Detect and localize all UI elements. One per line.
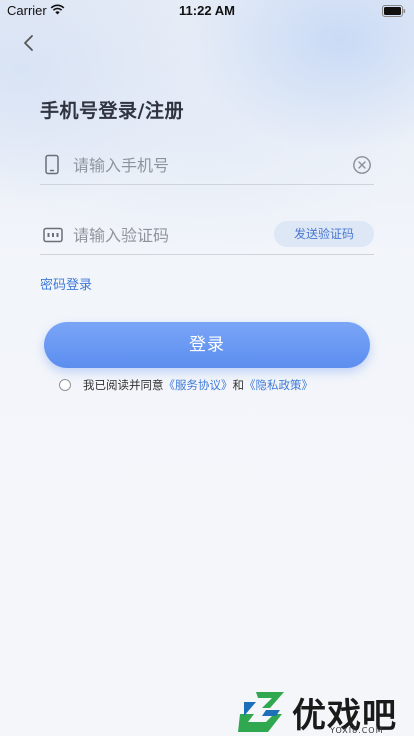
service-agreement-link[interactable]: 《服务协议》 [164,377,233,393]
clear-phone-button[interactable] [352,155,372,175]
battery-icon [382,5,406,21]
send-code-button[interactable]: 发送验证码 [274,221,374,247]
phone-input[interactable] [73,148,323,182]
watermark-logo-icon [236,690,290,736]
agreement-prefix: 我已阅读并同意 [83,378,164,392]
agreement-checkbox[interactable] [59,379,71,391]
back-chevron-icon [24,35,33,51]
back-button[interactable] [18,32,40,54]
phone-field [40,145,374,185]
password-login-link[interactable]: 密码登录 [40,274,92,293]
agreement-connector: 和 [232,378,245,392]
watermark: 优戏吧 YOXI8.COM [236,688,414,736]
verification-code-field: 发送验证码 [40,215,374,255]
phone-icon [43,154,61,180]
page-title: 手机号登录/注册 [40,100,184,122]
status-bar: Carrier 11:22 AM [0,0,414,22]
clear-icon [353,156,371,174]
agreement-row: 我已阅读并同意 《服务协议》 和 《隐私政策》 [59,376,313,394]
privacy-policy-link[interactable]: 《隐私政策》 [244,377,313,393]
status-time: 11:22 AM [179,3,235,18]
login-button[interactable]: 登录 [44,322,370,368]
watermark-url: YOXI8.COM [330,726,384,735]
code-keyboard-icon [43,224,63,250]
